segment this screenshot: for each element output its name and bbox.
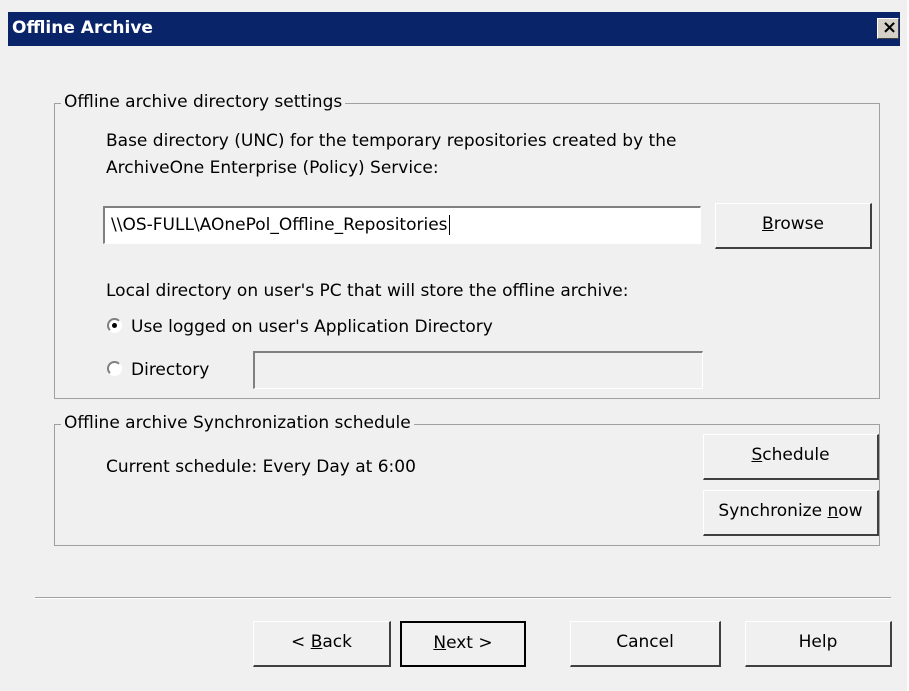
schedule-button[interactable]: Schedule: [703, 434, 879, 480]
directory-input[interactable]: [253, 351, 703, 389]
footer-separator: [35, 597, 891, 599]
schedule-mnemonic: S: [751, 445, 763, 465]
directory-radio[interactable]: [107, 361, 122, 376]
window-title: Offline Archive: [12, 18, 153, 38]
help-button[interactable]: Help: [745, 621, 892, 667]
schedule-legend: Offline archive Synchronization schedule: [61, 413, 414, 433]
next-button[interactable]: Next >: [400, 621, 526, 667]
app-directory-radio-label[interactable]: Use logged on user's Application Directo…: [131, 317, 493, 337]
close-button[interactable]: ×: [877, 17, 899, 39]
directory-radio-label[interactable]: Directory: [131, 360, 209, 380]
back-button[interactable]: < Back: [253, 621, 391, 667]
offline-archive-dialog: Offline Archive × Offline archive direct…: [0, 0, 907, 691]
directory-settings-legend: Offline archive directory settings: [61, 92, 346, 112]
text-caret: [448, 215, 450, 235]
close-icon: ×: [882, 17, 898, 38]
cancel-button[interactable]: Cancel: [570, 621, 721, 667]
browse-button[interactable]: Browse: [715, 203, 872, 249]
back-mnemonic: B: [310, 632, 323, 652]
app-directory-radio[interactable]: [107, 318, 122, 333]
synchronize-mnemonic: n: [827, 501, 839, 521]
browse-mnemonic: B: [762, 214, 774, 234]
synchronize-now-button[interactable]: Synchronize now: [703, 490, 879, 536]
base-directory-value: \\OS-FULL\AOnePol_Offline_Repositories: [111, 215, 448, 235]
local-directory-label: Local directory on user's PC that will s…: [106, 281, 629, 301]
current-schedule-text: Current schedule: Every Day at 6:00: [106, 457, 416, 477]
title-bar[interactable]: Offline Archive ×: [8, 12, 900, 46]
base-directory-label-line2: ArchiveOne Enterprise (Policy) Service:: [106, 158, 439, 178]
next-mnemonic: N: [433, 633, 447, 653]
radio-selected-dot: [112, 323, 117, 328]
base-directory-label-line1: Base directory (UNC) for the temporary r…: [106, 131, 677, 151]
base-directory-input[interactable]: \\OS-FULL\AOnePol_Offline_Repositories: [103, 206, 701, 244]
